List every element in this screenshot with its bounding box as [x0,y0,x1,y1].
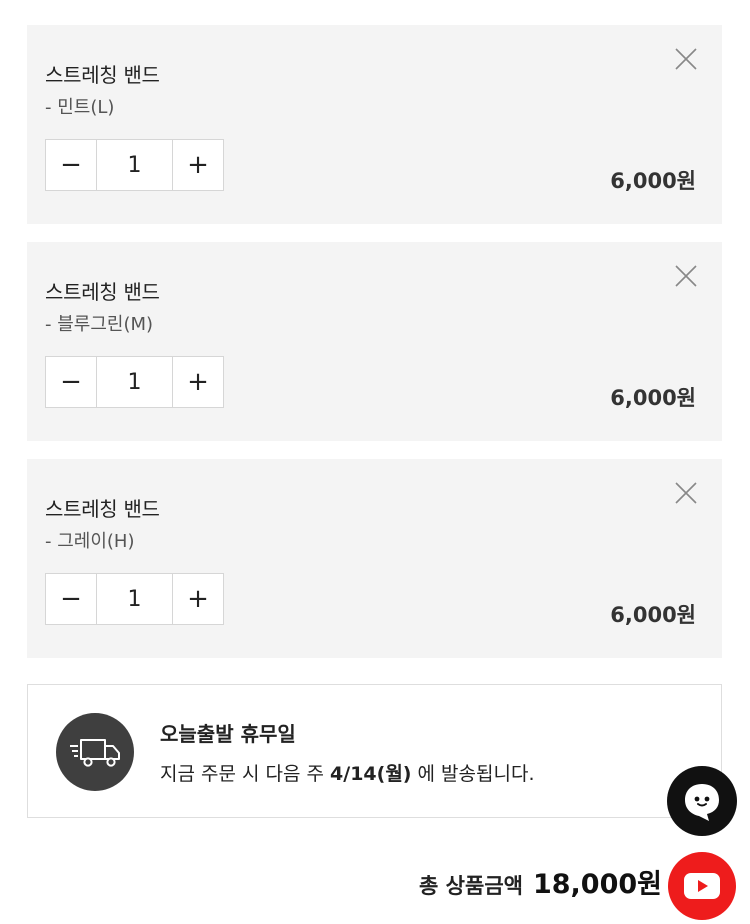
video-button[interactable] [668,852,736,920]
decrease-button[interactable]: − [46,574,96,624]
item-title: 스트레칭 밴드 [45,63,160,87]
shipping-date: 4/14(월) [330,763,412,785]
play-icon [684,873,720,899]
increase-button[interactable]: + [173,140,223,190]
notice-title: 오늘출발 휴무일 [160,722,296,746]
cart-page: 스트레칭 밴드 - 민트(L) − 1 + 6,000원 스트레칭 밴드 - 블… [0,0,750,924]
increase-button[interactable]: + [173,574,223,624]
quantity-field[interactable]: 1 [96,357,173,407]
close-icon [675,265,697,287]
cart-item: 스트레칭 밴드 - 민트(L) − 1 + 6,000원 [27,25,722,224]
item-option: - 그레이(H) [45,531,135,552]
remove-item-button[interactable] [674,47,698,71]
close-icon [675,482,697,504]
quantity-stepper: − 1 + [45,573,224,625]
notice-text-prefix: 지금 주문 시 다음 주 [160,763,331,785]
decrease-button[interactable]: − [46,357,96,407]
close-icon [675,48,697,70]
item-price: 6,000원 [610,169,696,193]
item-option: - 민트(L) [45,97,115,118]
remove-item-button[interactable] [674,481,698,505]
chat-bot-button[interactable] [667,766,737,836]
item-title: 스트레칭 밴드 [45,280,160,304]
cart-item: 스트레칭 밴드 - 그레이(H) − 1 + 6,000원 [27,459,722,658]
increase-button[interactable]: + [173,357,223,407]
notice-text-suffix: 에 발송됩니다. [411,763,535,785]
quantity-field[interactable]: 1 [96,140,173,190]
total-value: 18,000원 [532,869,662,900]
decrease-button[interactable]: − [46,140,96,190]
truck-icon [56,713,134,791]
item-title: 스트레칭 밴드 [45,497,160,521]
quantity-field[interactable]: 1 [96,574,173,624]
chat-bot-icon [685,784,719,821]
item-price: 6,000원 [610,386,696,410]
shipping-notice: 오늘출발 휴무일 지금 주문 시 다음 주 4/14(월) 에 발송됩니다. [27,684,722,818]
total-label: 총 상품금액 [419,874,523,898]
notice-text: 지금 주문 시 다음 주 4/14(월) 에 발송됩니다. [160,759,535,786]
item-price: 6,000원 [610,603,696,627]
quantity-stepper: − 1 + [45,356,224,408]
remove-item-button[interactable] [674,264,698,288]
quantity-stepper: − 1 + [45,139,224,191]
total-price-row: 총 상품금액 18,000원 [419,862,662,901]
cart-item: 스트레칭 밴드 - 블루그린(M) − 1 + 6,000원 [27,242,722,441]
item-option: - 블루그린(M) [45,314,154,335]
